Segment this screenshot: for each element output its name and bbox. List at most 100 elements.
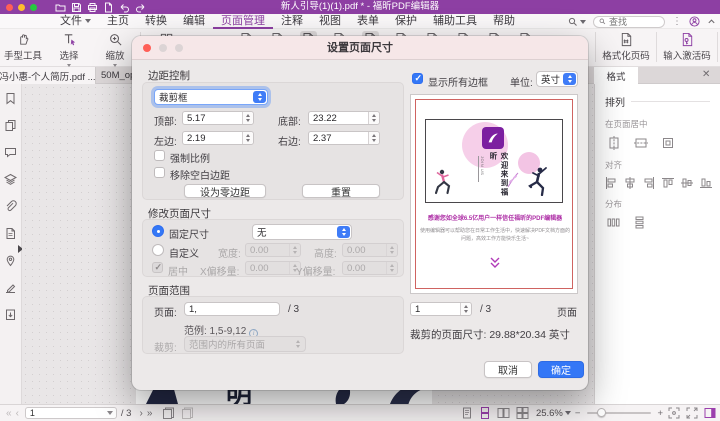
more-options-icon[interactable]: ⋮ bbox=[672, 16, 682, 27]
search-input[interactable] bbox=[609, 17, 659, 27]
ok-button[interactable]: 确定 bbox=[538, 361, 584, 378]
fullscreen-icon[interactable] bbox=[686, 407, 698, 419]
signature-icon[interactable] bbox=[4, 281, 17, 294]
align-middle-icon[interactable] bbox=[681, 177, 693, 189]
menu-view[interactable]: 视图 bbox=[311, 14, 349, 29]
bookmarks-icon[interactable] bbox=[4, 92, 17, 105]
zoom-slider[interactable] bbox=[587, 412, 651, 414]
redo-icon[interactable] bbox=[135, 2, 146, 13]
stepper-icon[interactable] bbox=[368, 132, 379, 144]
menu-form[interactable]: 表单 bbox=[349, 14, 387, 29]
right-margin-input[interactable]: 2.37 bbox=[308, 131, 380, 145]
zero-margin-button[interactable]: 设为零边距 bbox=[184, 184, 266, 198]
tab-document-1[interactable]: 冯小惠-个人简历.pdf ... bbox=[0, 67, 96, 84]
destinations-icon[interactable] bbox=[4, 254, 17, 267]
hand-tool-button[interactable]: 手型工具 bbox=[0, 29, 46, 62]
close-panel-icon[interactable]: ✕ bbox=[702, 69, 710, 80]
search-box[interactable] bbox=[593, 16, 665, 28]
pages-icon[interactable] bbox=[4, 119, 17, 132]
account-avatar[interactable] bbox=[689, 16, 700, 27]
open-file-icon[interactable] bbox=[55, 2, 66, 13]
last-page-icon[interactable]: » bbox=[145, 408, 155, 419]
menu-accessibility[interactable]: 辅助工具 bbox=[425, 14, 485, 29]
file-properties-icon[interactable] bbox=[4, 227, 17, 240]
unit-dropdown[interactable]: 英寸 bbox=[536, 71, 578, 87]
align-top-icon[interactable] bbox=[662, 177, 674, 189]
top-margin-input[interactable]: 5.17 bbox=[182, 111, 254, 125]
stepper-icon[interactable] bbox=[242, 112, 253, 124]
close-window-button[interactable] bbox=[6, 4, 13, 11]
undo-icon[interactable] bbox=[119, 2, 130, 13]
toggle-panel-icon[interactable] bbox=[704, 407, 716, 419]
menu-home[interactable]: 主页 bbox=[99, 14, 137, 29]
page-range-input[interactable]: 1, bbox=[184, 302, 280, 316]
menu-edit[interactable]: 编辑 bbox=[175, 14, 213, 29]
remove-white-margins-checkbox[interactable] bbox=[154, 167, 165, 178]
first-page-icon[interactable]: « bbox=[4, 408, 14, 419]
fixed-size-radio[interactable] bbox=[152, 225, 164, 237]
quick-tool-dropdown[interactable] bbox=[568, 17, 586, 27]
zoom-slider-knob[interactable] bbox=[597, 408, 606, 417]
align-center-h-icon[interactable] bbox=[624, 177, 636, 189]
collapse-ribbon-icon[interactable] bbox=[707, 17, 716, 26]
constrain-proportions-checkbox[interactable] bbox=[154, 150, 165, 161]
tab-document-2[interactable]: 50M_opt bbox=[97, 67, 137, 84]
tab-format-panel[interactable]: 格式 bbox=[594, 67, 638, 84]
menu-page-management[interactable]: 页面管理 bbox=[213, 14, 273, 29]
page-preview[interactable]: JOIN US 欢迎来到福昕 感谢您如全球6.5亿用户一样信任福昕的PDF编辑器… bbox=[410, 94, 578, 294]
distribute-vertical-icon[interactable] bbox=[633, 216, 646, 229]
print-icon[interactable] bbox=[87, 2, 98, 13]
stepper-icon[interactable] bbox=[368, 112, 379, 124]
menu-help[interactable]: 帮助 bbox=[485, 14, 523, 29]
format-page-number-button[interactable]: 格式化页码 bbox=[598, 29, 654, 62]
reset-button[interactable]: 重置 bbox=[302, 184, 380, 198]
single-page-view-icon[interactable] bbox=[461, 407, 473, 419]
align-label: 对齐 bbox=[595, 159, 720, 171]
page-number-input[interactable]: 1 bbox=[25, 407, 117, 419]
menu-comment[interactable]: 注释 bbox=[273, 14, 311, 29]
box-type-dropdown[interactable]: 裁剪框 bbox=[154, 89, 268, 105]
previous-view-icon[interactable] bbox=[162, 407, 175, 419]
save-icon[interactable] bbox=[71, 2, 82, 13]
left-margin-input[interactable]: 2.19 bbox=[182, 131, 254, 145]
fixed-size-dropdown[interactable]: 无 bbox=[252, 224, 352, 240]
height-input: 0.00 bbox=[342, 243, 398, 257]
distribute-horizontal-icon[interactable] bbox=[607, 216, 620, 229]
center-vertical-icon[interactable] bbox=[634, 136, 648, 150]
fit-page-icon[interactable] bbox=[668, 407, 680, 419]
menu-file[interactable]: 文件 bbox=[52, 14, 99, 29]
new-document-icon[interactable] bbox=[103, 2, 114, 13]
align-left-icon[interactable] bbox=[605, 177, 617, 189]
comments-icon[interactable] bbox=[4, 146, 17, 159]
attachments-icon[interactable] bbox=[4, 200, 17, 213]
align-right-icon[interactable] bbox=[643, 177, 655, 189]
cancel-button[interactable]: 取消 bbox=[484, 361, 532, 378]
next-page-icon[interactable]: › bbox=[137, 408, 144, 419]
custom-size-radio[interactable] bbox=[152, 244, 164, 256]
zoom-level-label[interactable]: 25.6% bbox=[536, 408, 571, 419]
zoom-in-icon[interactable]: + bbox=[657, 408, 663, 419]
stepper-icon[interactable] bbox=[460, 303, 471, 315]
next-view-icon[interactable] bbox=[181, 407, 194, 419]
preview-page-input[interactable]: 1 bbox=[410, 302, 472, 316]
menu-convert[interactable]: 转换 bbox=[137, 14, 175, 29]
stepper-icon[interactable] bbox=[242, 132, 253, 144]
center-horizontal-icon[interactable] bbox=[607, 136, 621, 150]
show-all-borders-checkbox[interactable] bbox=[412, 73, 423, 84]
align-bottom-icon[interactable] bbox=[700, 177, 712, 189]
center-both-icon[interactable] bbox=[661, 136, 675, 150]
previous-page-icon[interactable]: ‹ bbox=[14, 408, 21, 419]
facing-view-icon[interactable] bbox=[497, 407, 510, 419]
export-panel-icon[interactable] bbox=[4, 308, 17, 321]
show-all-borders-label: 显示所有边框 bbox=[428, 74, 488, 89]
zoom-out-icon[interactable]: − bbox=[575, 408, 581, 419]
facing-continuous-view-icon[interactable] bbox=[516, 407, 529, 419]
menu-protect[interactable]: 保护 bbox=[387, 14, 425, 29]
layers-icon[interactable] bbox=[4, 173, 17, 186]
zoom-window-button[interactable] bbox=[30, 4, 37, 11]
select-tool-button[interactable]: 选择 bbox=[46, 29, 92, 67]
minimize-window-button[interactable] bbox=[18, 4, 25, 11]
continuous-view-icon-active[interactable] bbox=[479, 407, 491, 419]
bottom-margin-input[interactable]: 23.22 bbox=[308, 111, 380, 125]
activation-code-button[interactable]: 输入激活码 bbox=[659, 29, 715, 62]
